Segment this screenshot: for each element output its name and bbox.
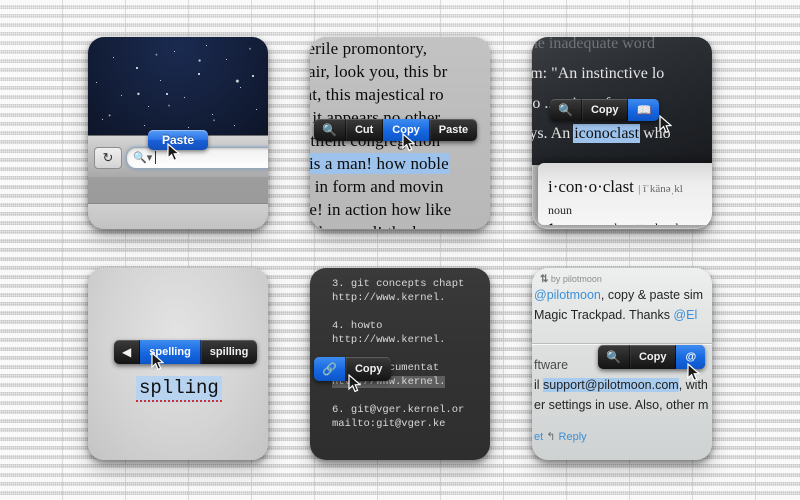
- doc-line: sterile promontory,: [310, 39, 428, 58]
- search-icon[interactable]: 🔍: [314, 119, 346, 141]
- editor-page: [88, 268, 268, 460]
- body-line-2: il support@pilotmoon.com, with: [534, 378, 708, 392]
- text-caret: [155, 151, 156, 164]
- body-line-3: er settings in use. Also, other m: [534, 398, 709, 412]
- doc-line-selected: k is a man! how noble: [310, 154, 490, 174]
- panel-twitter-email-copy[interactable]: ⇅ by pilotmoon @pilotmoon, copy & paste …: [532, 268, 712, 460]
- doc-line: ble! in action how like: [310, 200, 452, 219]
- mention-pilotmoon[interactable]: @pilotmoon: [534, 288, 601, 302]
- search-icon[interactable]: 🔍: [598, 345, 630, 369]
- browser-content-area: [88, 203, 268, 229]
- definition-part-of-speech: noun: [548, 203, 572, 217]
- search-icon: 🔍▾: [133, 152, 153, 164]
- mouse-cursor: [151, 352, 164, 371]
- spelling-popup-toolbar[interactable]: ◀ spelling spilling: [114, 340, 258, 364]
- cut-button[interactable]: Cut: [346, 119, 384, 141]
- mouse-cursor: [659, 115, 672, 134]
- search-input[interactable]: 🔍▾: [126, 147, 268, 169]
- suggestion-spilling-button[interactable]: spilling: [201, 340, 258, 364]
- dictionary-definition-panel: i·con·o·clast | īˈkänəˌkl noun 1 a perso…: [538, 163, 712, 225]
- doc-line: e air, look you, this br: [310, 62, 448, 81]
- mouse-cursor: [402, 133, 415, 152]
- reader-line-selected: rbys. An iconoclast who: [532, 125, 671, 142]
- terminal-line: http://www.kernel.: [332, 334, 446, 346]
- definition-sense: 1 a person who attacks cher: [548, 220, 692, 225]
- link-chain-icon[interactable]: 🔗: [314, 357, 346, 381]
- terminal-line: mailto:git@vger.ke: [332, 418, 446, 430]
- mention-partial[interactable]: @El: [673, 308, 697, 322]
- panel-safari-paste[interactable]: ↻ 🔍▾ Paste: [88, 37, 268, 229]
- terminal-line: http://www.kernel.: [332, 292, 446, 304]
- retweet-meta: ⇅ by pilotmoon: [540, 274, 602, 285]
- reader-line: som: "An instinctive lo: [532, 65, 665, 82]
- edit-popup-toolbar[interactable]: 🔍 Cut Copy Paste: [314, 119, 478, 141]
- reply-action[interactable]: Reply: [559, 431, 587, 443]
- tweet-line-1: @pilotmoon, copy & paste sim: [534, 288, 704, 302]
- definition-headword: i·con·o·clast | īˈkänəˌkl: [548, 177, 683, 196]
- gallery-background: ↻ 🔍▾ Paste sterile promontory, e air, lo…: [0, 0, 800, 500]
- starfield-sky: [88, 37, 268, 135]
- terminal-line: 3. git concepts chapt: [332, 278, 465, 290]
- tweet-line-2: Magic Trackpad. Thanks @El: [534, 308, 698, 322]
- misspelled-word: splling: [136, 376, 222, 402]
- dictionary-book-icon[interactable]: 📖: [628, 99, 660, 121]
- panel-dictionary-lookup[interactable]: r the inadequate word som: "An instincti…: [532, 37, 712, 229]
- action-row: et ↰ Reply: [534, 430, 587, 443]
- body-line-1: ftware: [534, 358, 569, 372]
- definition-pronunciation: | īˈkänəˌkl: [638, 183, 683, 195]
- reload-icon[interactable]: ↻: [94, 147, 122, 169]
- reader-line: r the inadequate word: [532, 37, 656, 52]
- copy-button[interactable]: Copy: [582, 99, 629, 121]
- doc-line: y! in form and movin: [310, 177, 444, 196]
- reply-arrow-icon: ↰: [546, 431, 556, 443]
- retweet-icon: ⇅: [540, 274, 549, 285]
- chevron-left-icon[interactable]: ◀: [114, 340, 141, 364]
- panel-terminal-link-copy[interactable]: 3. git concepts chapt http://www.kernel.…: [310, 268, 490, 460]
- lookup-popup-toolbar[interactable]: 🔍 Copy 📖: [550, 99, 660, 121]
- mouse-cursor: [348, 374, 361, 393]
- terminal-line: 4. howto: [332, 320, 383, 332]
- doc-line: ent, this majestical ro: [310, 85, 444, 104]
- search-icon[interactable]: 🔍: [550, 99, 582, 121]
- mouse-cursor: [167, 143, 180, 162]
- mouse-cursor: [687, 363, 700, 382]
- doc-line: y like a god! the beau: [310, 223, 490, 229]
- panel-spelling-correction[interactable]: ◀ spelling spilling splling: [88, 268, 268, 460]
- terminal-line: 6. git@vger.kernel.or: [332, 404, 465, 416]
- panel-hamlet-copy[interactable]: sterile promontory, e air, look you, thi…: [310, 37, 490, 229]
- selected-email: support@pilotmoon.com: [543, 378, 679, 392]
- suggestion-spelling-button[interactable]: spelling: [140, 340, 201, 364]
- paste-button[interactable]: Paste: [430, 119, 477, 141]
- favorite-action[interactable]: et: [534, 431, 543, 443]
- stars: [88, 37, 268, 135]
- divider: [532, 343, 712, 344]
- copy-button[interactable]: Copy: [630, 345, 677, 369]
